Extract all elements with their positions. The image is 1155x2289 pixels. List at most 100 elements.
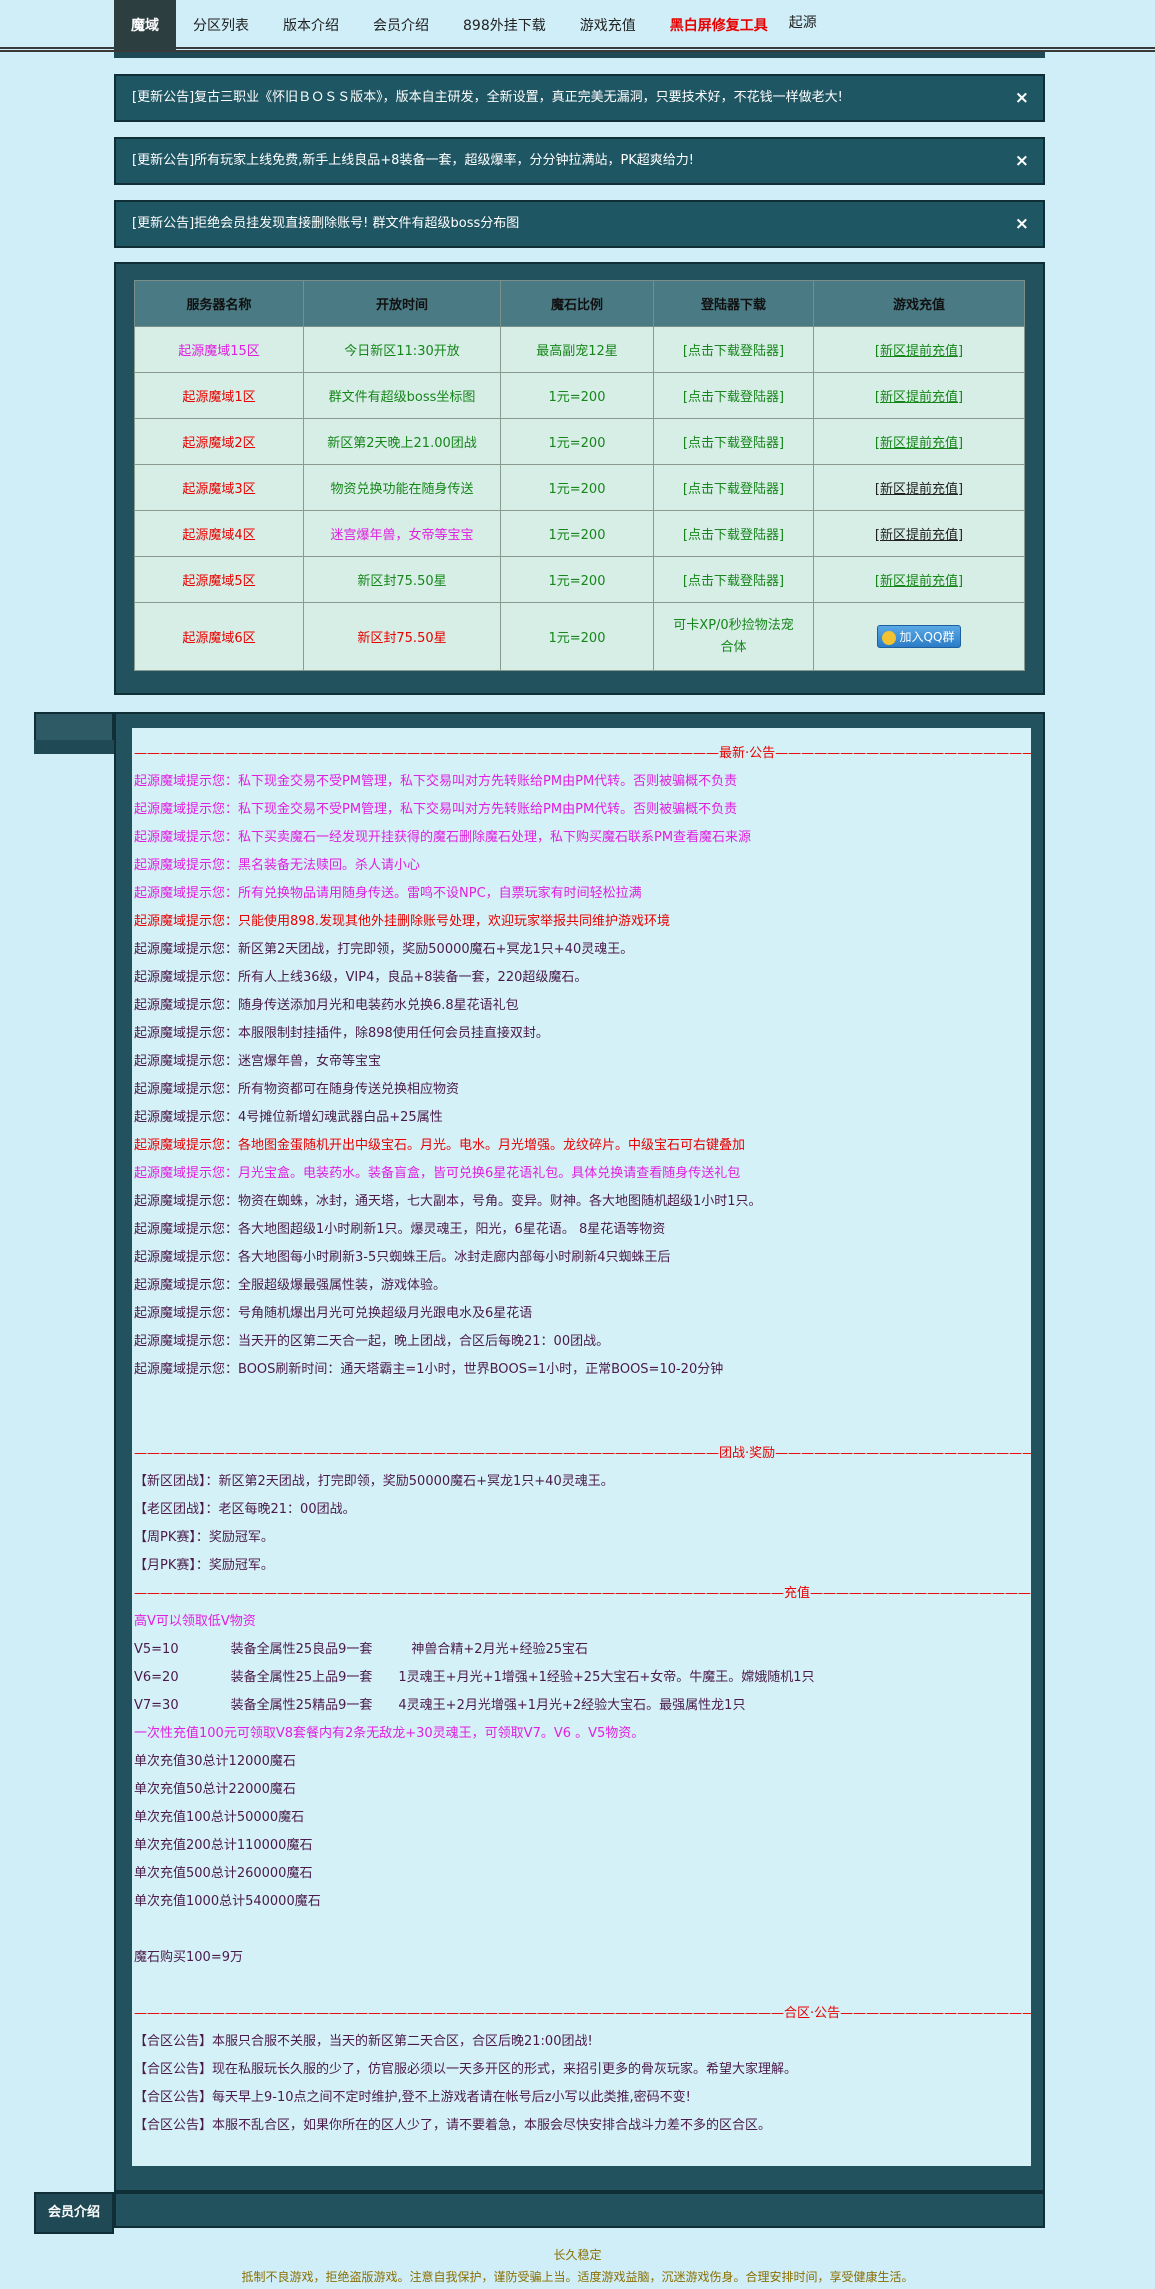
table-row: 起源魔域6区 新区封75.50星 1元=200 可卡XP/0秒捡物法宠合体 加入… <box>134 602 1025 671</box>
nav-menu: 魔域 分区列表 版本介绍 会员介绍 898外挂下载 游戏充值 黑白屏修复工具 起… <box>114 0 821 50</box>
buyback-rate: 魔石购买100=9万 <box>134 1950 243 1965</box>
join-qq-group-button[interactable]: 加入QQ群 <box>876 625 962 648</box>
vip-item: V6=20 装备全属性25上品9一套 1灵魂王+月光+1增强+1经验+25大宝石… <box>134 1670 815 1685</box>
server-name: 起源魔域15区 <box>134 326 304 373</box>
vip-item: V5=10 装备全属性25良品9一套 神兽合精+2月光+经验25宝石 <box>134 1642 589 1657</box>
vip-item: V7=30 装备全属性25精品9一套 4灵魂王+2月光增强+1月光+2经验大宝石… <box>134 1698 746 1713</box>
latest-item: 起源魔域提示您：当天开的区第二天合一起，晚上团战，合区后每晚21：00团战。 <box>134 1334 610 1349</box>
download-link[interactable]: [点击下载登陆器] <box>653 556 814 603</box>
latest-item: 起源魔域提示您：所有兑换物品请用随身传送。雷鸣不设NPC，自票玩家有时间轻松拉满 <box>134 886 642 901</box>
section-title-recharge: ————————————————————————————————————————… <box>134 1586 1031 1601</box>
latest-item: 起源魔域提示您：各大地图超级1小时刷新1只。爆灵魂王，阳光，6星花语。 8星花语… <box>134 1222 666 1237</box>
latest-item: 起源魔域提示您：随身传送添加月光和电装药水兑换6.8星花语礼包 <box>134 998 519 1013</box>
join-qq-label: 加入QQ群 <box>899 630 955 644</box>
single-recharge-item: 单次充值50总计22000魔石 <box>134 1782 296 1797</box>
latest-item: 起源魔域提示您：4号摊位新增幻魂武器白品+25属性 <box>134 1110 443 1125</box>
table-row: 起源魔域15区 今日新区11:30开放 最高副宠12星 [点击下载登陆器] [新… <box>134 326 1025 373</box>
nav-version-intro[interactable]: 版本介绍 <box>266 0 356 50</box>
qq-penguin-icon <box>881 630 896 645</box>
download-link[interactable]: [点击下载登陆器] <box>653 510 814 557</box>
open-time: 物资兑换功能在随身传送 <box>303 464 501 511</box>
nav-repair-tool[interactable]: 黑白屏修复工具 <box>653 0 785 50</box>
latest-item: 起源魔域提示您：私下现金交易不受PM管理，私下交易叫对方先转账给PM由PM代转。… <box>134 802 738 817</box>
recharge-intro: 高V可以领取低V物资 <box>134 1614 256 1629</box>
col-header-recharge: 游戏充值 <box>813 280 1025 327</box>
download-link[interactable]: [点击下载登陆器] <box>653 464 814 511</box>
nav-home[interactable]: 魔域 <box>114 0 176 50</box>
open-time: 群文件有超级boss坐标图 <box>303 372 501 419</box>
col-header-open-time: 开放时间 <box>303 280 501 327</box>
member-intro-bar: 会员介绍 <box>34 2192 1045 2234</box>
download-link[interactable]: [点击下载登陆器] <box>653 326 814 373</box>
merge-item: 【合区公告】本服不乱合区，如果你所在的区人少了，请不要着急，本服会尽快安排合战斗… <box>134 2118 772 2133</box>
nav-origin[interactable]: 起源 <box>785 0 821 50</box>
latest-item: 起源魔域提示您：私下现金交易不受PM管理，私下交易叫对方先转账给PM由PM代转。… <box>134 774 738 789</box>
latest-item: 起源魔域提示您：新区第2天团战，打完即领，奖励50000魔石+冥龙1只+40灵魂… <box>134 942 634 957</box>
ratio: 1元=200 <box>500 602 654 671</box>
latest-item: 起源魔域提示您：月光宝盒。电装药水。装备盲盒，皆可兑换6星花语礼包。具体兑换请查… <box>134 1166 741 1181</box>
notice-text: [更新公告]拒绝会员挂发现直接删除账号! 群文件有超级boss分布图 <box>132 216 520 231</box>
notice-text: [更新公告]所有玩家上线免费,新手上线良品+8装备一套，超级爆率，分分钟拉满站，… <box>132 153 695 168</box>
close-icon[interactable]: × <box>1015 139 1029 183</box>
recharge-link[interactable]: [新区提前充值] <box>813 418 1025 465</box>
recharge-link[interactable]: [新区提前充值] <box>813 510 1025 557</box>
latest-item: 起源魔域提示您：私下买卖魔石一经发现开挂获得的魔石删除魔石处理，私下购买魔石联系… <box>134 830 752 845</box>
recharge-link[interactable]: [新区提前充值] <box>813 372 1025 419</box>
recharge-link[interactable]: [新区提前充值] <box>813 326 1025 373</box>
latest-item: 起源魔域提示您：号角随机爆出月光可兑换超级月光跟电水及6星花语 <box>134 1306 533 1321</box>
nav-member-intro[interactable]: 会员介绍 <box>356 0 446 50</box>
footer-line-1: 长久稳定 <box>553 2248 602 2262</box>
table-row: 起源魔域2区 新区第2天晚上21.00团战 1元=200 [点击下载登陆器] [… <box>134 418 1025 465</box>
section-title-merge: ————————————————————————————————————————… <box>134 2006 1031 2021</box>
ratio: 最高副宠12星 <box>500 326 654 373</box>
side-tab-strip <box>34 740 114 754</box>
notice-bar: [更新公告]拒绝会员挂发现直接删除账号! 群文件有超级boss分布图 × <box>114 200 1045 248</box>
single-recharge-item: 单次充值100总计50000魔石 <box>134 1810 305 1825</box>
merge-item: 【合区公告】每天早上9-10点之间不定时维护,登不上游戏者请在帐号后z小写以此类… <box>134 2090 691 2105</box>
nav-recharge[interactable]: 游戏充值 <box>563 0 653 50</box>
recharge-link[interactable]: [新区提前充值] <box>813 464 1025 511</box>
latest-item: 起源魔域提示您：本服限制封挂插件，除898使用任何会员挂直接双封。 <box>134 1026 549 1041</box>
col-header-download: 登陆器下载 <box>653 280 814 327</box>
notice-bar: [更新公告]复古三职业《怀旧ＢＯＳＳ版本》，版本自主研发，全新设置，真正完美无漏… <box>114 74 1045 122</box>
single-recharge-item: 单次充值30总计12000魔石 <box>134 1754 296 1769</box>
battle-item: 【老区团战】：老区每晚21：00团战。 <box>134 1502 356 1517</box>
latest-item: 起源魔域提示您：所有物资都可在随身传送兑换相应物资 <box>134 1082 460 1097</box>
battle-item: 【新区团战】：新区第2天团战，打完即领，奖励50000魔石+冥龙1只+40灵魂王… <box>134 1474 614 1489</box>
recharge-link[interactable]: [新区提前充值] <box>813 556 1025 603</box>
download-link[interactable]: [点击下载登陆器] <box>653 372 814 419</box>
close-icon[interactable]: × <box>1015 76 1029 120</box>
open-time: 新区第2天晚上21.00团战 <box>303 418 501 465</box>
feature-note: 可卡XP/0秒捡物法宠合体 <box>653 602 814 671</box>
latest-item: 起源魔域提示您：物资在蜘蛛，冰封，通天塔，七大副本，号角。变异。财神。各大地图随… <box>134 1194 762 1209</box>
latest-item: 起源魔域提示您：黑名装备无法赎回。杀人请小心 <box>134 858 421 873</box>
close-icon[interactable]: × <box>1015 202 1029 246</box>
table-row: 起源魔域5区 新区封75.50星 1元=200 [点击下载登陆器] [新区提前充… <box>134 556 1025 603</box>
vip-note: 一次性充值100元可领取V8套餐内有2条无敌龙+30灵魂王，可领取V7。V6 。… <box>134 1726 645 1741</box>
footer: 长久稳定 抵制不良游戏，拒绝盗版游戏。注意自我保护，谨防受骗上当。适度游戏益脑，… <box>0 2244 1155 2288</box>
latest-item: 起源魔域提示您：只能使用898.发现其他外挂删除账号处理，欢迎玩家举报共同维护游… <box>134 914 670 929</box>
single-recharge-item: 单次充值1000总计540000魔石 <box>134 1894 321 1909</box>
single-recharge-item: 单次充值500总计260000魔石 <box>134 1866 313 1881</box>
battle-item: 【周PK赛】：奖励冠军。 <box>134 1530 274 1545</box>
ratio: 1元=200 <box>500 418 654 465</box>
server-name: 起源魔域3区 <box>134 464 304 511</box>
footer-line-2: 抵制不良游戏，拒绝盗版游戏。注意自我保护，谨防受骗上当。适度游戏益脑，沉迷游戏伤… <box>241 2270 914 2284</box>
latest-item: 起源魔域提示您：所有人上线36级，VIP4，良品+8装备一套，220超级魔石。 <box>134 970 588 985</box>
download-link[interactable]: [点击下载登陆器] <box>653 418 814 465</box>
server-name: 起源魔域4区 <box>134 510 304 557</box>
nav-server-list[interactable]: 分区列表 <box>176 0 266 50</box>
open-time: 新区封75.50星 <box>303 556 501 603</box>
member-intro-tab[interactable]: 会员介绍 <box>34 2192 114 2234</box>
nav-plugin-download[interactable]: 898外挂下载 <box>446 0 563 50</box>
notice-bar: [更新公告]所有玩家上线免费,新手上线良品+8装备一套，超级爆率，分分钟拉满站，… <box>114 137 1045 185</box>
merge-item: 【合区公告】本服只合服不关服，当天的新区第二天合区，合区后晚21:00团战! <box>134 2034 593 2049</box>
table-row: 起源魔域1区 群文件有超级boss坐标图 1元=200 [点击下载登陆器] [新… <box>134 372 1025 419</box>
open-time: 今日新区11:30开放 <box>303 326 501 373</box>
table-row: 起源魔域4区 迷宫爆年兽，女帝等宝宝 1元=200 [点击下载登陆器] [新区提… <box>134 510 1025 557</box>
member-intro-strip <box>114 2192 1045 2228</box>
latest-item: 起源魔域提示您：迷宫爆年兽，女帝等宝宝 <box>134 1054 382 1069</box>
server-table: 服务器名称 开放时间 魔石比例 登陆器下载 游戏充值 起源魔域15区 今日新区1… <box>134 280 1025 671</box>
